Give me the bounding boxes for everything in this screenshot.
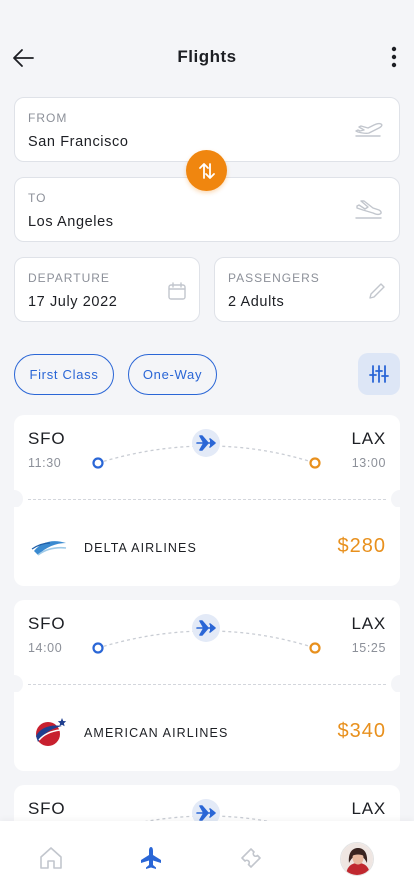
depart-time: 11:30 xyxy=(28,456,62,470)
route-path xyxy=(144,799,270,821)
page-title: Flights xyxy=(177,47,237,66)
nav-tickets[interactable] xyxy=(236,843,266,873)
origin-code: SFO xyxy=(28,429,66,448)
calendar-icon xyxy=(168,282,186,300)
trip-type-label: One-Way xyxy=(142,367,203,382)
header: Flights xyxy=(0,0,414,96)
airline-name: AMERICAN AIRLINES xyxy=(84,726,229,740)
arrive-time: 15:25 xyxy=(351,641,386,655)
arrive-time: 13:00 xyxy=(351,456,386,470)
destination-code: LAX xyxy=(351,799,386,818)
swap-vertical-icon xyxy=(198,162,215,179)
flight-airline: DELTA AIRLINES $280 xyxy=(14,507,400,586)
origin-code: SFO xyxy=(28,614,66,633)
flight-card[interactable]: SFO LAX 11:30 13:00 DELTA AIRLINES $280 xyxy=(5,415,409,586)
ticket-icon xyxy=(241,848,261,868)
origin-dot xyxy=(92,642,104,654)
from-label: FROM xyxy=(28,111,68,125)
profile-photo xyxy=(341,843,373,875)
flight-card[interactable]: SFO LAX xyxy=(14,785,400,821)
plane-icon xyxy=(141,847,161,869)
class-filter-pill[interactable]: First Class xyxy=(14,354,114,395)
departure-label: DEPARTURE xyxy=(28,271,110,285)
destination-dot xyxy=(309,642,321,654)
trip-type-pill[interactable]: One-Way xyxy=(128,354,217,395)
nav-home[interactable] xyxy=(36,843,66,873)
destination-code: LAX xyxy=(351,614,386,633)
passengers-field[interactable]: PASSENGERS 2 Adults xyxy=(214,257,400,322)
route-path xyxy=(92,429,321,469)
from-value: San Francisco xyxy=(28,134,129,150)
flight-route: SFO LAX 14:00 15:25 xyxy=(14,600,400,676)
flight-route: SFO LAX 11:30 13:00 xyxy=(14,415,400,491)
passengers-label: PASSENGERS xyxy=(228,271,320,285)
departure-value: 17 July 2022 xyxy=(28,294,118,310)
passengers-value: 2 Adults xyxy=(228,294,285,310)
filter-settings-button[interactable] xyxy=(358,353,400,395)
destination-dot xyxy=(309,457,321,469)
sliders-icon xyxy=(369,365,389,383)
to-value: Los Angeles xyxy=(28,214,114,230)
flight-price: $340 xyxy=(337,720,386,742)
american-airlines-logo xyxy=(36,718,67,746)
bottom-nav xyxy=(0,821,414,896)
origin-code: SFO xyxy=(28,799,66,818)
delta-airlines-logo xyxy=(31,541,67,556)
flight-card[interactable]: SFO LAX 14:00 15:25 AMERICAN AIRLINES $3… xyxy=(5,600,409,771)
origin-dot xyxy=(92,457,104,469)
avatar[interactable] xyxy=(340,842,374,876)
more-menu-button[interactable] xyxy=(380,44,408,72)
departure-field[interactable]: DEPARTURE 17 July 2022 xyxy=(14,257,200,322)
home-icon xyxy=(40,847,62,869)
plane-takeoff-icon xyxy=(355,122,383,137)
nav-flights[interactable] xyxy=(136,843,166,873)
flight-airline: AMERICAN AIRLINES $340 xyxy=(14,692,400,771)
plane-landing-icon xyxy=(355,200,382,219)
to-label: TO xyxy=(28,191,47,205)
flight-route: SFO LAX xyxy=(14,785,400,821)
swap-button[interactable] xyxy=(186,150,227,191)
more-vertical-icon xyxy=(391,46,397,68)
airline-name: DELTA AIRLINES xyxy=(84,541,197,555)
class-filter-label: First Class xyxy=(29,367,99,382)
pencil-icon xyxy=(369,283,385,299)
depart-time: 14:00 xyxy=(28,641,63,655)
flight-price: $280 xyxy=(337,535,386,557)
route-path xyxy=(92,614,321,654)
destination-code: LAX xyxy=(351,429,386,448)
